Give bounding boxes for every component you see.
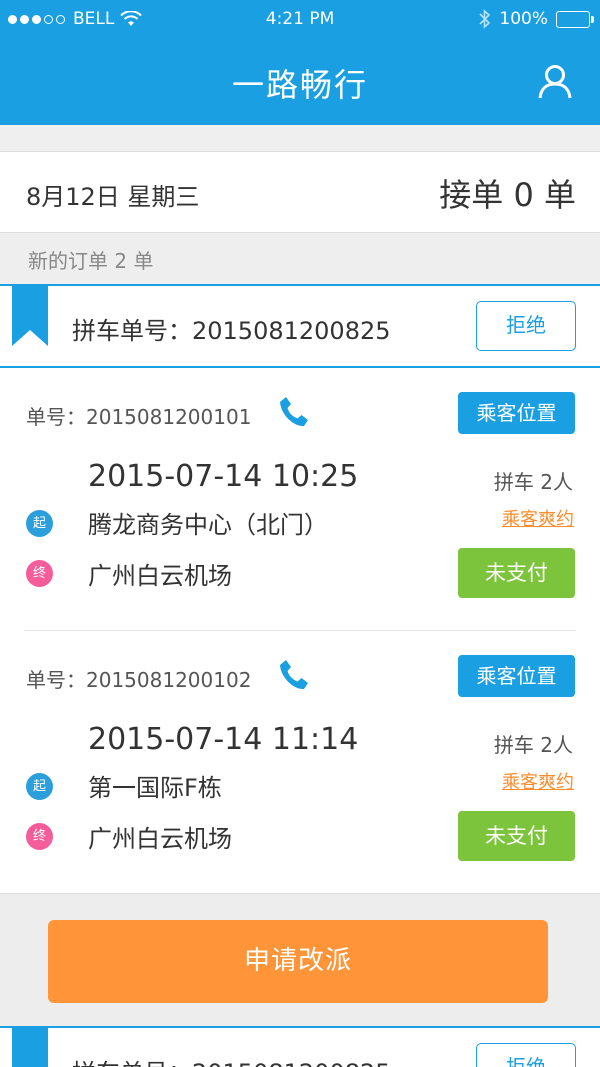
passenger-no-show-link[interactable]: 乘客爽约 bbox=[502, 768, 574, 794]
status-bar: BELL 4:21 PM 100% bbox=[0, 0, 600, 38]
start-badge: 起 bbox=[26, 510, 53, 537]
order-card: 单号：2015081200101 乘客位置 2015-07-14 10:25 拼… bbox=[0, 368, 600, 630]
date-label: 8月12日 星期三 bbox=[26, 183, 200, 211]
passenger-location-button[interactable]: 乘客位置 bbox=[458, 655, 575, 697]
unpaid-button[interactable]: 未支付 bbox=[458, 811, 575, 861]
action-bar: 申请改派 bbox=[0, 893, 600, 1026]
bluetooth-icon bbox=[479, 9, 491, 29]
pool-order-number: 拼车单号：2015081200825 bbox=[72, 317, 391, 345]
start-address: 腾龙商务中心（北门） bbox=[88, 511, 328, 539]
new-orders-label: 新的订单 2 单 bbox=[0, 234, 600, 282]
end-badge: 终 bbox=[26, 823, 53, 850]
order-datetime: 2015-07-14 10:25 bbox=[88, 459, 359, 494]
battery-label: 100% bbox=[499, 9, 548, 29]
phone-icon[interactable] bbox=[277, 658, 309, 692]
order-datetime: 2015-07-14 11:14 bbox=[88, 722, 359, 757]
request-reassign-button[interactable]: 申请改派 bbox=[48, 920, 548, 1003]
end-address: 广州白云机场 bbox=[88, 825, 232, 853]
phone-icon[interactable] bbox=[277, 395, 309, 429]
pool-group: 拼车单号：2015081200825 拒绝 bbox=[0, 1026, 600, 1067]
bookmark-icon bbox=[12, 1026, 48, 1067]
order-card: 单号：2015081200102 乘客位置 2015-07-14 11:14 拼… bbox=[24, 630, 576, 892]
reject-button[interactable]: 拒绝 bbox=[476, 1043, 576, 1067]
end-badge: 终 bbox=[26, 560, 53, 587]
app-header: BELL 4:21 PM 100% 一路畅行 bbox=[0, 0, 600, 125]
passenger-location-button[interactable]: 乘客位置 bbox=[458, 392, 575, 434]
pool-group-header: 拼车单号：2015081200825 拒绝 bbox=[0, 1026, 600, 1067]
end-address: 广州白云机场 bbox=[88, 562, 232, 590]
date-summary-bar: 8月12日 星期三 接单 0 单 bbox=[0, 151, 600, 233]
pool-group: 拼车单号：2015081200825 拒绝 单号：2015081200101 乘… bbox=[0, 284, 600, 893]
pool-passenger-count: 拼车 2人 bbox=[493, 733, 573, 757]
pool-group-header: 拼车单号：2015081200825 拒绝 bbox=[0, 284, 600, 368]
start-badge: 起 bbox=[26, 773, 53, 800]
status-right: 100% bbox=[479, 9, 594, 29]
page-title: 一路畅行 bbox=[231, 66, 368, 104]
bookmark-icon bbox=[12, 284, 48, 346]
pool-passenger-count: 拼车 2人 bbox=[493, 470, 573, 494]
reject-button[interactable]: 拒绝 bbox=[476, 301, 576, 351]
order-number: 单号：2015081200101 bbox=[26, 405, 252, 429]
battery-icon bbox=[556, 10, 594, 28]
accepted-count: 接单 0 单 bbox=[439, 176, 576, 214]
user-icon[interactable] bbox=[538, 64, 572, 100]
order-number: 单号：2015081200102 bbox=[26, 668, 252, 692]
unpaid-button[interactable]: 未支付 bbox=[458, 548, 575, 598]
pool-order-number: 拼车单号：2015081200825 bbox=[72, 1053, 391, 1067]
start-address: 第一国际F栋 bbox=[88, 774, 222, 802]
passenger-no-show-link[interactable]: 乘客爽约 bbox=[502, 505, 574, 531]
